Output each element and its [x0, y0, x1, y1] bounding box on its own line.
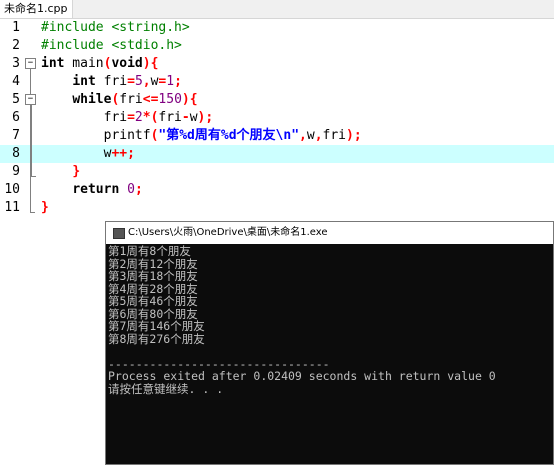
code-token: ;	[174, 74, 182, 89]
code-line[interactable]: 6 fri=2*(fri-w);	[0, 109, 554, 127]
line-number: 9	[12, 164, 20, 179]
code-token: );	[346, 128, 362, 143]
console-line: Process exited after 0.02409 seconds wit…	[108, 369, 496, 383]
code-line[interactable]: 2 #include <stdio.h>	[0, 37, 554, 55]
line-number: 4	[12, 74, 20, 89]
console-output: 第1周有8个朋友 第2周有12个朋友 第3周有18个朋友 第4周有28个朋友 第5周有4…	[108, 245, 553, 464]
code-line[interactable]: 10 return 0;	[0, 181, 554, 199]
console-line: 第8周有276个朋友	[108, 331, 205, 346]
line-number: 10	[4, 182, 20, 197]
code-token: return	[72, 182, 120, 197]
code-token: *(	[142, 110, 159, 125]
code-token: 0	[127, 182, 135, 197]
line-number: 7	[12, 128, 20, 143]
code-token: ){	[181, 92, 198, 107]
file-tab-bar: 未命名1.cpp	[0, 0, 554, 19]
code-token: main	[64, 56, 104, 71]
console-line: 第7周有146个朋友	[108, 319, 205, 333]
code-token: fri	[41, 110, 128, 125]
code-line[interactable]: 9 }	[0, 163, 554, 181]
code-token: printf	[41, 128, 151, 143]
code-text: while(fri<=150){	[41, 91, 198, 109]
code-token: fri	[322, 128, 346, 143]
code-token: <=	[142, 92, 159, 107]
console-line: 第5周有46个朋友	[108, 294, 198, 308]
line-number: 11	[4, 200, 20, 215]
line-number: 3	[12, 56, 20, 71]
code-token: ;	[134, 182, 143, 197]
code-token: 5	[134, 74, 143, 89]
code-text: return 0;	[41, 181, 143, 199]
line-number: 6	[12, 110, 20, 125]
code-token: "第%d周有%d个朋友\n"	[158, 128, 300, 143]
code-token: ++;	[111, 146, 135, 161]
code-line[interactable]: 3 int main(void){	[0, 55, 554, 73]
code-token: ,	[314, 128, 323, 143]
code-token: int	[41, 56, 65, 71]
line-number: 2	[12, 38, 20, 53]
code-line[interactable]: 5 while(fri<=150){	[0, 91, 554, 109]
code-text: #include <string.h>	[41, 19, 190, 37]
code-token: -	[181, 110, 190, 125]
code-text: int main(void){	[41, 55, 158, 73]
code-line[interactable]: 1 #include <string.h>	[0, 19, 554, 37]
code-token: w	[306, 128, 315, 143]
code-text: }	[41, 163, 80, 181]
code-token: int	[72, 74, 96, 89]
line-number: 5	[12, 92, 20, 107]
line-number: 8	[12, 146, 20, 161]
code-token: ,	[299, 128, 307, 143]
code-text: #include <stdio.h>	[41, 37, 182, 55]
code-text: int fri=5,w=1;	[41, 73, 182, 91]
code-line[interactable]: 4 int fri=5,w=1;	[0, 73, 554, 91]
code-text: }	[41, 199, 49, 217]
console-line: 请按任意键继续. . .	[108, 381, 224, 396]
code-token: fri	[119, 92, 143, 107]
code-token: =	[127, 74, 135, 89]
console-titlebar[interactable]: C:\Users\火雨\OneDrive\桌面\未命名1.exe	[106, 222, 553, 244]
console-line: 第3周有18个朋友	[108, 269, 198, 283]
code-token: fri	[158, 110, 182, 125]
fold-guide-while-end	[31, 176, 36, 177]
file-tab[interactable]: 未命名1.cpp	[0, 0, 73, 18]
code-line[interactable]: 7 printf("第%d周有%d个朋友\n",w,fri);	[0, 127, 554, 145]
code-token: w	[189, 110, 198, 125]
code-token: 2	[134, 110, 143, 125]
code-text: w++;	[41, 145, 135, 163]
code-token: ,	[142, 74, 151, 89]
code-token: 1	[166, 74, 175, 89]
console-app-icon	[113, 228, 125, 239]
code-token: ){	[142, 56, 159, 71]
console-line: 第1周有8个朋友	[108, 244, 191, 258]
console-window[interactable]: C:\Users\火雨\OneDrive\桌面\未命名1.exe 第1周有8个朋…	[105, 221, 554, 465]
code-text: printf("第%d周有%d个朋友\n",w,fri);	[41, 127, 362, 145]
code-token: while	[72, 92, 112, 107]
code-token: );	[197, 110, 214, 125]
fold-guide-end	[30, 212, 35, 213]
fold-toggle-main[interactable]: −	[25, 58, 36, 69]
fold-toggle-while[interactable]: −	[25, 94, 36, 105]
fold-guide-while	[31, 103, 32, 176]
code-text: fri=2*(fri-w);	[41, 109, 214, 127]
code-token: 150	[158, 92, 182, 107]
code-token: w	[41, 146, 112, 161]
code-token: #include <stdio.h>	[41, 38, 182, 53]
line-number: 1	[12, 20, 20, 35]
code-token: #include <string.h>	[41, 20, 190, 35]
code-token: void	[111, 56, 143, 71]
console-title: C:\Users\火雨\OneDrive\桌面\未命名1.exe	[128, 227, 328, 238]
code-token: fri	[95, 74, 128, 89]
code-token: =	[127, 110, 135, 125]
code-line[interactable]: 11}	[0, 199, 554, 217]
code-line[interactable]: 8 w++;	[0, 145, 554, 163]
code-token: }	[41, 200, 49, 215]
code-token: }	[72, 164, 81, 179]
